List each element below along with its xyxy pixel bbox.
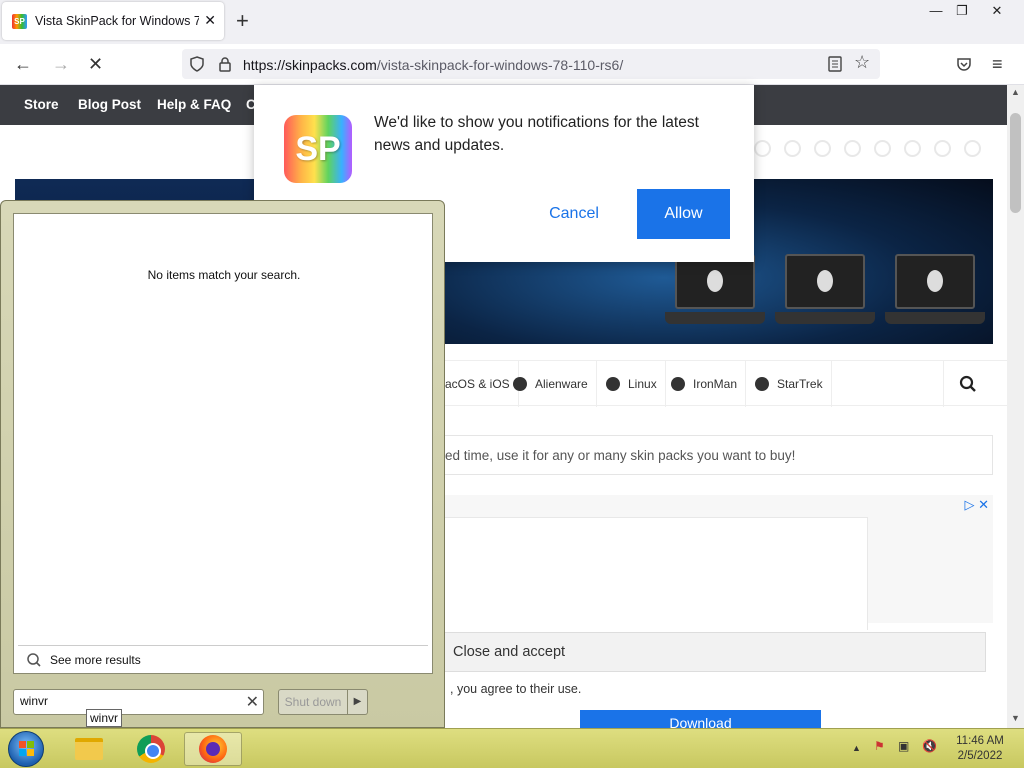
volume-muted-icon[interactable]: 🔇: [922, 739, 937, 753]
close-and-accept-button[interactable]: Close and accept: [440, 632, 986, 672]
stop-loading-icon[interactable]: ✕: [88, 54, 103, 74]
allow-button[interactable]: Allow: [637, 189, 730, 239]
url-bar[interactable]: https://skinpacks.com/vista-skinpack-for…: [182, 49, 880, 79]
site-search-button[interactable]: [943, 361, 991, 407]
start-search-box[interactable]: ✕: [13, 689, 264, 715]
shutdown-options-arrow-icon[interactable]: ▶: [348, 689, 368, 715]
social-icon[interactable]: [874, 140, 891, 157]
start-search-input[interactable]: [20, 694, 230, 708]
close-window-icon[interactable]: ✕: [982, 0, 1012, 22]
search-icon: [27, 653, 41, 667]
clock-date: 2/5/2022: [957, 750, 1003, 762]
nav-store[interactable]: Store: [24, 97, 59, 112]
laptop-image: [665, 254, 765, 324]
category-startrek[interactable]: StarTrek: [747, 361, 832, 407]
menu-hamburger-icon[interactable]: ≡: [992, 54, 1003, 74]
show-hidden-icons-icon[interactable]: ▲: [852, 743, 861, 753]
category-linux[interactable]: Linux: [598, 361, 666, 407]
tab-close-icon[interactable]: ✕: [204, 12, 216, 29]
social-icon[interactable]: [814, 140, 831, 157]
ad-frame: [440, 517, 868, 637]
restore-icon[interactable]: ❐: [947, 0, 977, 22]
ad-choices-icon[interactable]: ▷ ✕: [964, 497, 989, 513]
chrome-taskbar-button[interactable]: [122, 732, 180, 766]
social-icon[interactable]: [784, 140, 801, 157]
tab-bar: SP Vista SkinPack for Windows 7\8 ✕ + — …: [0, 0, 1024, 44]
tab-title: Vista SkinPack for Windows 7\8: [35, 14, 199, 28]
nav-help-faq[interactable]: Help & FAQ: [157, 97, 231, 112]
category-bar: acOS & iOS Alienware Linux IronMan StarT…: [445, 360, 1007, 407]
scroll-up-icon[interactable]: ▲: [1011, 87, 1020, 97]
system-clock[interactable]: 11:46 AM 2/5/2022: [950, 734, 1010, 764]
search-icon: [959, 375, 976, 392]
action-center-flag-icon[interactable]: ⚑: [874, 739, 885, 753]
social-icon[interactable]: [964, 140, 981, 157]
bookmark-star-icon[interactable]: ☆: [854, 52, 870, 73]
no-results-message: No items match your search.: [147, 268, 301, 282]
social-icon[interactable]: [904, 140, 921, 157]
nav-blog-post[interactable]: Blog Post: [78, 97, 141, 112]
lock-icon[interactable]: [218, 56, 232, 72]
cookie-banner: Close and accept , you agree to their us…: [430, 630, 1007, 712]
category-ironman[interactable]: IronMan: [663, 361, 747, 407]
promo-text: ed time, use it for any or many skin pac…: [430, 435, 993, 475]
page-scrollbar[interactable]: ▲ ▼: [1007, 85, 1024, 728]
start-menu: No items match your search. See more res…: [0, 200, 445, 728]
browser-tab[interactable]: SP Vista SkinPack for Windows 7\8 ✕: [2, 2, 224, 40]
pocket-icon[interactable]: [956, 56, 972, 72]
shutdown-button[interactable]: Shut down: [278, 689, 348, 715]
firefox-icon: [199, 735, 227, 763]
new-tab-icon[interactable]: +: [236, 9, 249, 33]
start-button[interactable]: [8, 731, 44, 767]
download-button[interactable]: Download: [580, 710, 821, 728]
clear-search-icon[interactable]: ✕: [246, 692, 259, 712]
navigation-toolbar: ← → ✕ https://skinpacks.com/vista-skinpa…: [0, 44, 1024, 85]
firefox-taskbar-button[interactable]: [184, 732, 242, 766]
social-icon[interactable]: [844, 140, 861, 157]
site-favicon-icon: SP: [12, 13, 27, 29]
taskbar: ▲ ⚑ ▣ 🔇 11:46 AM 2/5/2022: [0, 728, 1024, 768]
startrek-icon: [755, 377, 769, 391]
file-explorer-taskbar-button[interactable]: [60, 732, 118, 766]
alienware-icon: [513, 377, 527, 391]
ad-area: ▷ ✕: [430, 495, 993, 637]
ironman-icon: [671, 377, 685, 391]
social-icon[interactable]: [934, 140, 951, 157]
search-tooltip: winvr: [86, 709, 123, 727]
back-icon[interactable]: ←: [14, 54, 32, 74]
search-results-pane: No items match your search. See more res…: [13, 213, 433, 674]
scroll-down-icon[interactable]: ▼: [1011, 713, 1020, 723]
social-icon[interactable]: [754, 140, 771, 157]
folder-icon: [75, 738, 103, 760]
see-more-results-link[interactable]: See more results: [26, 652, 141, 668]
divider: [18, 645, 428, 646]
network-icon[interactable]: ▣: [898, 739, 909, 753]
reader-view-icon[interactable]: [828, 56, 842, 72]
laptop-image: [775, 254, 875, 324]
tracking-shield-icon[interactable]: [189, 56, 205, 72]
scroll-thumb[interactable]: [1010, 113, 1021, 213]
clock-time: 11:46 AM: [956, 735, 1004, 747]
skinpacks-logo: SP: [284, 115, 352, 183]
linux-penguin-icon: [606, 377, 620, 391]
cancel-button[interactable]: Cancel: [524, 189, 624, 239]
chrome-icon: [137, 735, 165, 763]
laptop-image: [885, 254, 985, 324]
forward-icon[interactable]: →: [52, 54, 70, 74]
windows-logo-icon: [19, 741, 35, 757]
cookie-text: , you agree to their use.: [450, 682, 582, 696]
category-alienware[interactable]: Alienware: [505, 361, 597, 407]
url-text[interactable]: https://skinpacks.com/vista-skinpack-for…: [243, 57, 623, 73]
notification-message: We'd like to show you notifications for …: [374, 114, 699, 154]
